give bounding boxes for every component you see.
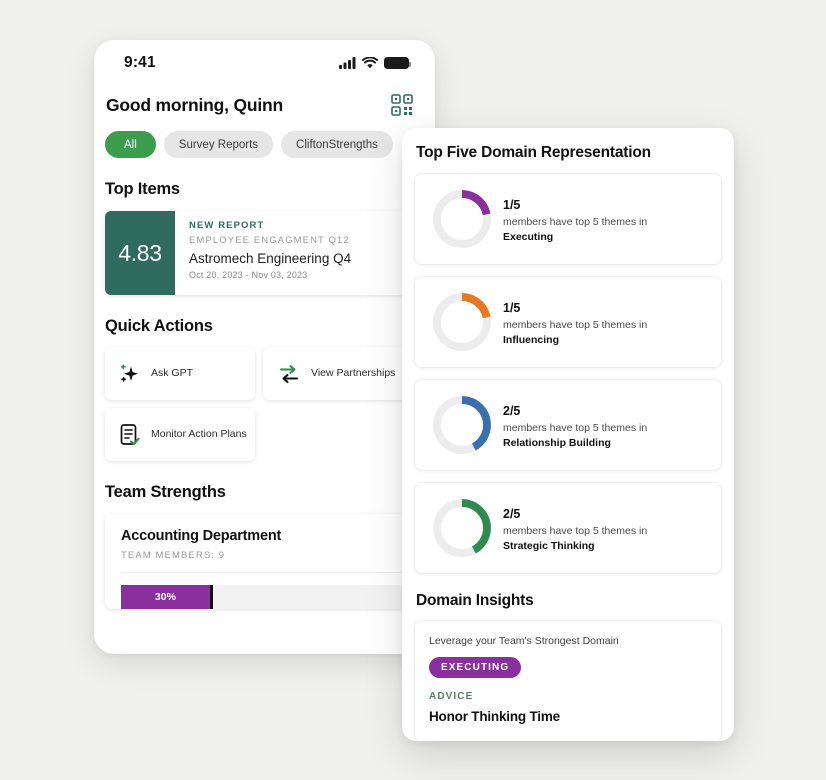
- insight-lead-text: Leverage your Team's Strongest Domain: [429, 635, 619, 647]
- domain-text: 2/5 members have top 5 themes in Relatio…: [503, 402, 647, 449]
- domain-text: 1/5 members have top 5 themes in Influen…: [503, 299, 647, 346]
- battery-icon: [384, 57, 411, 69]
- quick-action-view-partnerships[interactable]: View Partnerships: [263, 347, 413, 400]
- status-icons: [339, 57, 411, 69]
- phone-mockup: 9:41 Good morning, Quinn All Survey Repo…: [94, 40, 435, 654]
- greeting-row: Good morning, Quinn: [94, 86, 435, 116]
- domain-card-strategic-thinking[interactable]: 2/5 members have top 5 themes in Strateg…: [414, 482, 722, 574]
- donut-chart-executing: [433, 190, 491, 248]
- domain-fraction: 1/5: [503, 197, 521, 212]
- domain-name: Relationship Building: [503, 436, 611, 449]
- status-bar: 9:41: [94, 40, 435, 86]
- domain-description: members have top 5 themes in: [503, 215, 648, 228]
- report-tag: NEW REPORT: [189, 220, 265, 231]
- advice-label: ADVICE: [429, 691, 474, 702]
- report-score: 4.83: [105, 211, 175, 295]
- quick-action-monitor-action-plans[interactable]: Monitor Action Plans: [105, 408, 255, 461]
- domain-description: members have top 5 themes in: [503, 318, 648, 331]
- qr-scan-icon[interactable]: [391, 94, 413, 116]
- domain-text: 2/5 members have top 5 themes in Strateg…: [503, 505, 647, 552]
- advice-title: Honor Thinking Time: [429, 709, 560, 724]
- report-card[interactable]: 4.83 NEW REPORT EMPLOYEE ENGAGMENT Q12 A…: [105, 211, 427, 295]
- screenshot-stage: 9:41 Good morning, Quinn All Survey Repo…: [0, 0, 826, 780]
- donut-chart-strategic-thinking: [433, 499, 491, 557]
- domain-card-relationship-building[interactable]: 2/5 members have top 5 themes in Relatio…: [414, 379, 722, 471]
- report-date-range: Oct 20, 2023 - Nov 03, 2023: [189, 270, 308, 280]
- quick-action-label: Monitor Action Plans: [151, 427, 247, 440]
- team-name: Accounting Department: [121, 528, 282, 544]
- greeting-text: Good morning, Quinn: [106, 94, 284, 115]
- team-strengths-title: Team Strengths: [105, 483, 226, 501]
- team-members-count: TEAM MEMBERS: 9: [121, 550, 226, 561]
- domain-card-executing[interactable]: 1/5 members have top 5 themes in Executi…: [414, 173, 722, 265]
- filter-chips: All Survey Reports CliftonStrengths: [94, 116, 435, 158]
- donut-chart-influencing: [433, 293, 491, 351]
- quick-actions-grid: Ask GPT View Partnerships Monitor Action…: [94, 336, 424, 461]
- domain-description: members have top 5 themes in: [503, 524, 648, 537]
- strength-bar-fill: 30%: [121, 585, 213, 609]
- report-title: Astromech Engineering Q4: [189, 251, 352, 266]
- quick-action-ask-gpt[interactable]: Ask GPT: [105, 347, 255, 400]
- domain-representation-panel: Top Five Domain Representation 1/5 membe…: [402, 128, 734, 741]
- two-arrows-icon: [280, 364, 298, 383]
- report-survey-name: EMPLOYEE ENGAGMENT Q12: [189, 235, 350, 246]
- domain-fraction: 2/5: [503, 403, 521, 418]
- top-items-title: Top Items: [105, 180, 180, 198]
- team-strengths-card[interactable]: Accounting Department TEAM MEMBERS: 9 30…: [105, 514, 427, 609]
- strength-bar-track: 30%: [121, 585, 427, 609]
- quick-action-label: Ask GPT: [151, 366, 194, 379]
- filter-chip-cliftonstrengths[interactable]: CliftonStrengths: [281, 131, 393, 158]
- document-check-icon: [120, 423, 140, 445]
- domain-text: 1/5 members have top 5 themes in Executi…: [503, 196, 647, 243]
- domain-name: Strategic Thinking: [503, 539, 595, 552]
- domain-name: Executing: [503, 230, 554, 243]
- wifi-icon: [362, 57, 378, 69]
- domain-insight-card[interactable]: Leverage your Team's Strongest Domain EX…: [414, 620, 722, 741]
- status-time: 9:41: [124, 54, 156, 71]
- domain-name: Influencing: [503, 333, 559, 346]
- quick-actions-title: Quick Actions: [105, 317, 213, 335]
- filter-chip-all[interactable]: All: [105, 131, 156, 158]
- filter-chip-survey-reports[interactable]: Survey Reports: [163, 131, 274, 158]
- domain-fraction: 1/5: [503, 300, 521, 315]
- panel-title: Top Five Domain Representation: [416, 144, 651, 161]
- status-badge: EXECUTING: [429, 657, 522, 678]
- cellular-signal-icon: [339, 57, 356, 69]
- sparkle-icon: [120, 363, 138, 382]
- report-body: NEW REPORT EMPLOYEE ENGAGMENT Q12 Astrom…: [175, 211, 351, 295]
- domain-fraction: 2/5: [503, 506, 521, 521]
- quick-action-label: View Partnerships: [311, 366, 396, 379]
- domain-description: members have top 5 themes in: [503, 421, 648, 434]
- divider: [121, 572, 411, 573]
- domain-card-influencing[interactable]: 1/5 members have top 5 themes in Influen…: [414, 276, 722, 368]
- domain-insights-title: Domain Insights: [416, 592, 534, 609]
- donut-chart-relationship-building: [433, 396, 491, 454]
